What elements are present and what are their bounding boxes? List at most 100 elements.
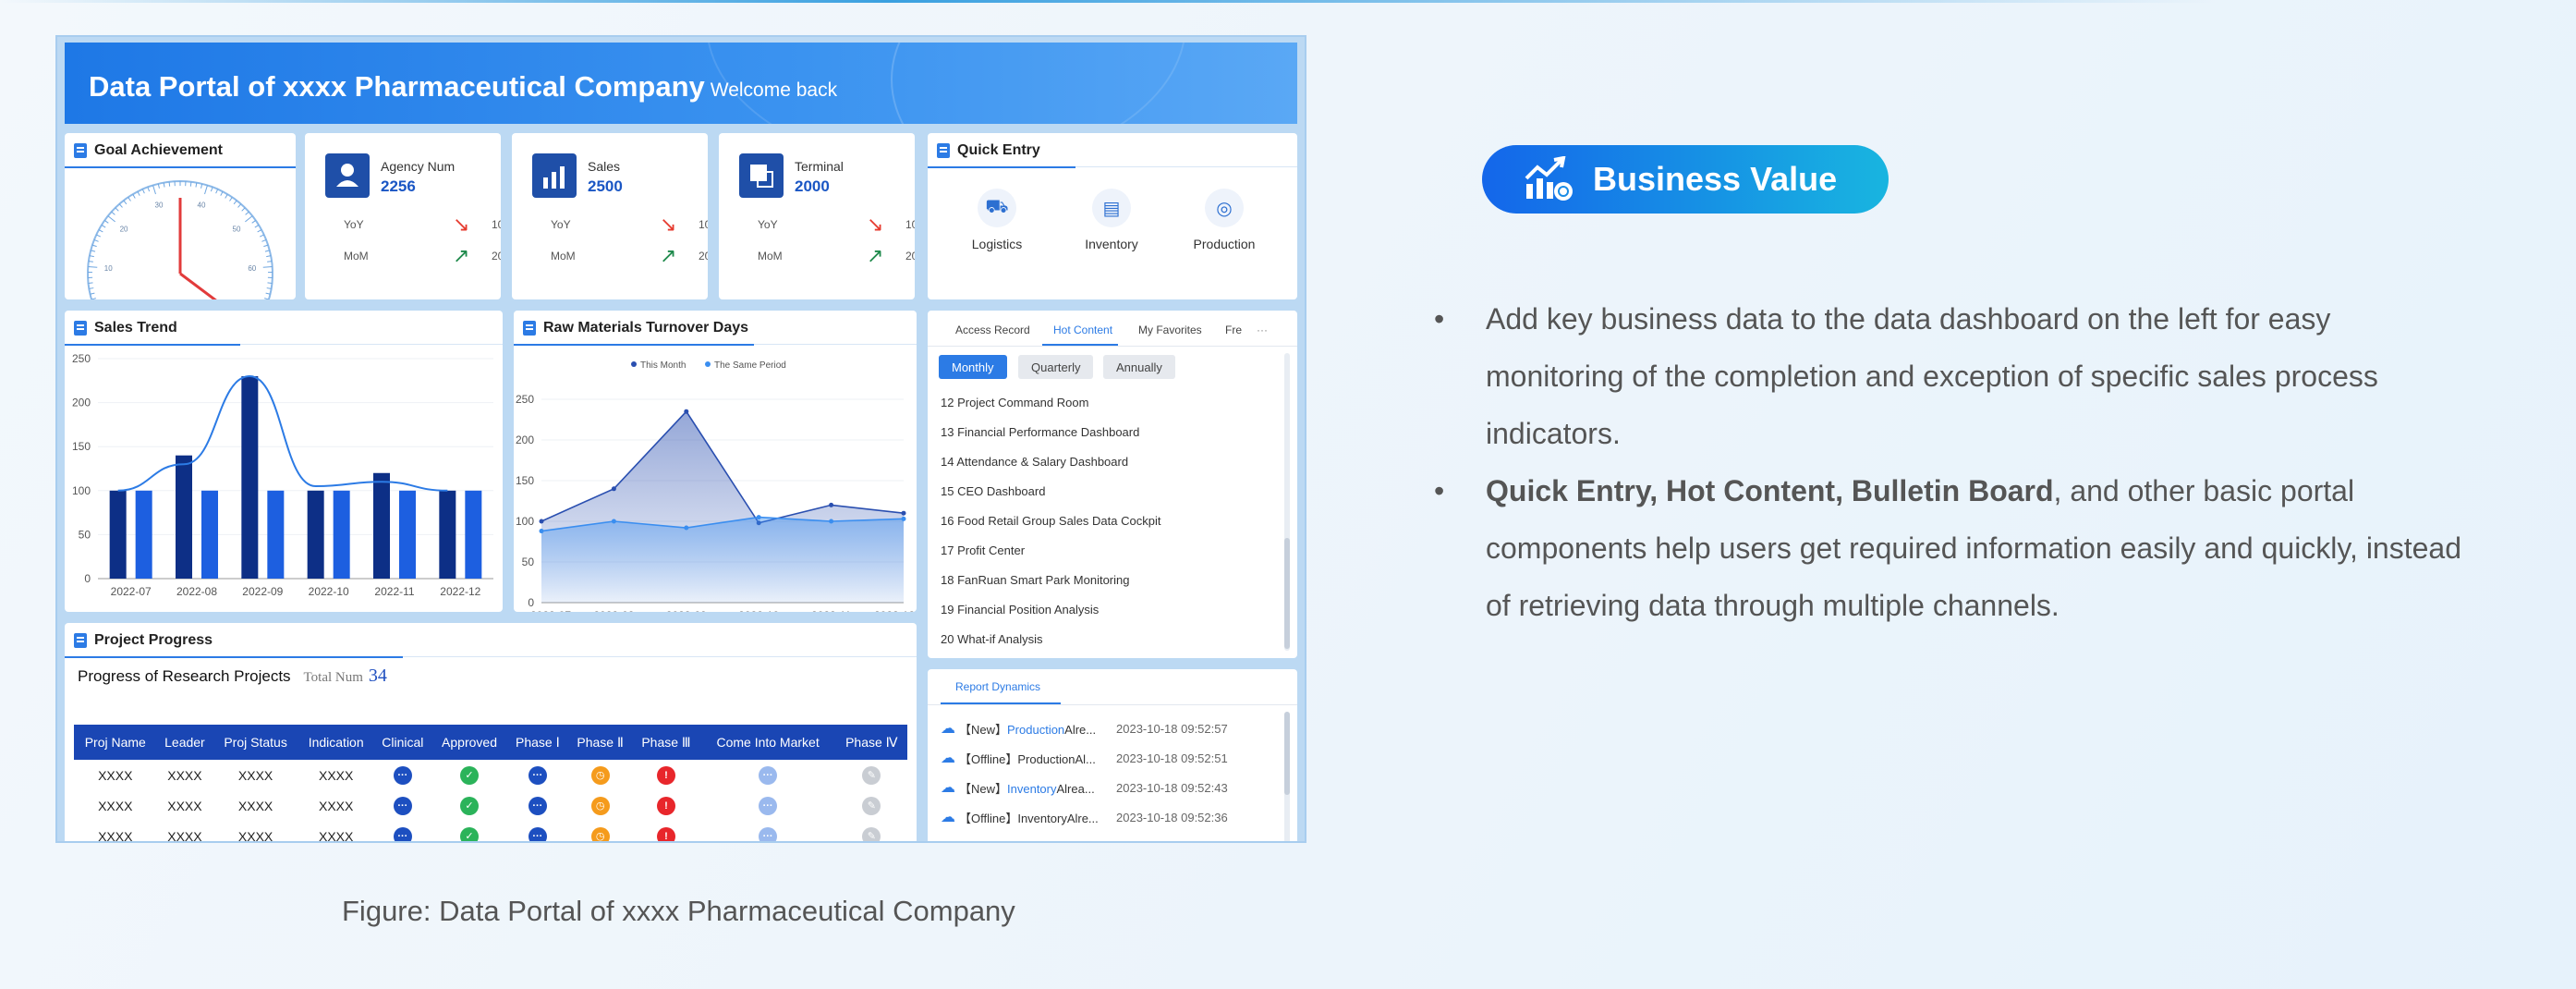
panel-header: Sales Trend <box>74 320 177 336</box>
kpi-value: 2500 <box>588 177 623 195</box>
scrollbar-thumb[interactable] <box>1284 712 1290 795</box>
gauge-tick <box>262 266 273 268</box>
pending-icon: ··· <box>759 826 778 841</box>
cell: ✎ <box>836 821 907 841</box>
quick-entry-logistics[interactable]: ⛟ Logistics <box>946 189 1048 251</box>
tab-hot-content[interactable]: Hot Content <box>1053 324 1112 336</box>
x-tick-label: 2022-08 <box>593 609 634 612</box>
report-row[interactable]: ☁ 【New】ProductionAlre... 2023-10-18 09:52:… <box>941 719 1273 738</box>
list-item[interactable]: 20 What-if Analysis <box>941 625 1160 654</box>
cloud-upload-icon: ☁ <box>941 721 955 737</box>
report-scrollbar[interactable] <box>1284 712 1290 841</box>
in-progress-icon: ··· <box>393 765 412 785</box>
terminal-icon <box>739 153 784 198</box>
report-tag: 【New】 <box>959 781 1008 796</box>
kpi-card-sales[interactable]: Sales 2500 YoY ↘ 10% MoM ↗ 20% <box>512 133 708 299</box>
report-row[interactable]: ☁ 【Offline】ProductionAl... 2023-10-18 09:5… <box>941 749 1273 767</box>
kpi-card-agency[interactable]: Agency Num 2256 YoY ↘ 10% MoM ↗ 20% <box>305 133 501 299</box>
mom-value: 20% <box>492 250 501 263</box>
bullet-text: Add key business data to the data dashbo… <box>1486 302 2378 450</box>
list-item[interactable]: 15 CEO Dashboard <box>941 477 1160 507</box>
list-item[interactable]: 14 Attendance & Salary Dashboard <box>941 447 1160 477</box>
data-point <box>829 519 834 524</box>
report-row[interactable]: ☁ 【New】InventoryAlrea... 2023-10-18 09:52:… <box>941 778 1273 797</box>
gauge-tick-label: 30 <box>155 201 164 209</box>
gauge-tick-label: 10 <box>104 264 113 273</box>
cell: XXXX <box>98 798 133 813</box>
list-item[interactable]: 13 Financial Performance Dashboard <box>941 418 1160 447</box>
tab-divider <box>928 704 1297 705</box>
gauge-tick <box>118 203 123 208</box>
y-tick-label: 100 <box>72 484 91 497</box>
report-dynamics-title[interactable]: Report Dynamics <box>955 680 1040 693</box>
quick-entry-production[interactable]: ◎ Production <box>1173 189 1275 251</box>
pill-annually[interactable]: Annually <box>1103 355 1175 379</box>
tab-my-favorites[interactable]: My Favorites <box>1138 324 1202 336</box>
document-icon <box>523 321 536 336</box>
quick-entry-label: Logistics <box>971 237 1023 251</box>
quick-entry-label: Production <box>1193 237 1256 251</box>
in-progress-icon: ··· <box>528 765 547 785</box>
gauge-tick <box>245 211 249 215</box>
bar <box>176 455 192 579</box>
report-text: 【New】ProductionAlre... <box>959 720 1116 738</box>
pill-monthly[interactable]: Monthly <box>939 355 1007 379</box>
hot-content-scrollbar[interactable] <box>1284 353 1290 651</box>
bar <box>333 490 350 579</box>
tab-access-record[interactable]: Access Record <box>955 324 1030 336</box>
table-row[interactable]: XXXX XXXX XXXX XXXX ··· ✓ ··· ◷! ··· ✎ <box>74 821 907 841</box>
arrow-up-icon: ↗ <box>453 244 470 267</box>
list-item[interactable]: 12 Project Command Room <box>941 388 1160 418</box>
gauge-tick-label: 40 <box>198 201 206 209</box>
cell: XXXX <box>237 798 273 813</box>
yoy-value: 10% <box>492 218 501 231</box>
tab-more-icon[interactable]: ··· <box>1257 324 1268 336</box>
in-progress-icon: ··· <box>393 796 412 815</box>
report-row[interactable]: ☁ 【Offline】InventoryAlre... 2023-10-18 09:… <box>941 808 1273 826</box>
bar <box>109 490 127 579</box>
gauge-tick <box>101 225 106 228</box>
y-tick-label: 0 <box>528 596 534 609</box>
gauge-tick <box>225 193 228 199</box>
top-accent-line <box>0 0 2218 3</box>
tab-divider <box>928 346 1297 347</box>
document-icon <box>74 633 87 648</box>
gauge-tick <box>103 220 109 224</box>
list-item[interactable]: 16 Food Retail Group Sales Data Cockpit <box>941 507 1160 536</box>
x-tick-label: 2022-09 <box>242 585 283 598</box>
report-rest: ProductionAl... <box>1017 751 1096 766</box>
tab-frequent[interactable]: Fre <box>1225 324 1242 336</box>
report-text: 【New】InventoryAlrea... <box>959 779 1116 797</box>
y-tick-label: 150 <box>72 440 91 453</box>
dashboard-title-text: Data Portal of xxxx Pharmaceutical Compa… <box>89 70 705 103</box>
cell: ··· <box>507 760 568 790</box>
legend-marker <box>631 361 637 367</box>
table-row[interactable]: XXXX XXXX XXXX XXXX ··· ✓ ··· ◷! ··· ✎ <box>74 760 907 790</box>
list-item[interactable]: 18 FanRuan Smart Park Monitoring <box>941 566 1160 595</box>
hot-content-panel: Access Record Hot Content My Favorites F… <box>928 311 1297 658</box>
gauge-tick <box>107 215 115 223</box>
data-point <box>539 519 544 524</box>
kpi-card-terminal[interactable]: Terminal 2000 YoY ↘ 10% MoM ↗ 20% <box>719 133 915 299</box>
quick-entry-inventory[interactable]: ▤ Inventory <box>1061 189 1162 251</box>
col-clinical: Clinical <box>373 725 432 760</box>
pending-icon: ··· <box>759 765 778 785</box>
cell: XXXX <box>167 798 202 813</box>
edit-icon: ✎ <box>862 826 881 841</box>
list-item[interactable]: 19 Financial Position Analysis <box>941 595 1160 625</box>
document-icon <box>74 143 87 158</box>
pill-quarterly[interactable]: Quarterly <box>1018 355 1094 379</box>
bullet-item: Add key business data to the data dashbo… <box>1432 290 2476 462</box>
truck-icon: ⛟ <box>978 189 1016 227</box>
sales-trend-panel: Sales Trend 0 50 100 150 200 250 2022-07 2022-0… <box>65 311 503 612</box>
gauge-tick <box>128 197 131 201</box>
cell: ··· <box>373 821 431 841</box>
header-underline <box>65 344 240 346</box>
cell: ··· <box>700 821 836 841</box>
scrollbar-thumb[interactable] <box>1284 538 1290 649</box>
list-item[interactable]: 17 Profit Center <box>941 536 1160 566</box>
table-row[interactable]: XXXX XXXX XXXX XXXX ··· ✓ ··· ◷! ··· ✎ <box>74 790 907 821</box>
x-tick-label: 2022-12 <box>874 609 915 612</box>
gauge-tick <box>189 181 192 187</box>
header-underline <box>514 344 754 346</box>
